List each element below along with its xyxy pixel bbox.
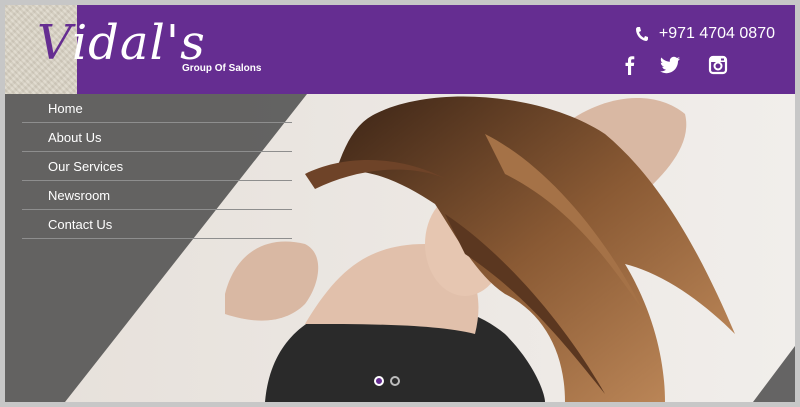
- social-links: [619, 54, 729, 76]
- phone-number[interactable]: +971 4704 0870: [659, 25, 775, 43]
- main-nav: Home About Us Our Services Newsroom Cont…: [22, 94, 292, 239]
- nav-item-newsroom[interactable]: Newsroom: [22, 181, 292, 210]
- nav-item-contact-us[interactable]: Contact Us: [22, 210, 292, 239]
- nav-item-about-us[interactable]: About Us: [22, 123, 292, 152]
- logo[interactable]: Vidal's: [37, 19, 206, 67]
- hero-slider: Home About Us Our Services Newsroom Cont…: [5, 94, 795, 402]
- instagram-icon[interactable]: [707, 54, 729, 76]
- facebook-icon[interactable]: [619, 54, 641, 76]
- page-frame: +971 4704 0870 Vidal's Group Of Salons H…: [5, 5, 795, 402]
- phone-contact[interactable]: +971 4704 0870: [635, 25, 775, 43]
- slider-dot-2[interactable]: [390, 376, 400, 386]
- phone-icon: [635, 27, 648, 41]
- brand-tagline: Group Of Salons: [182, 63, 262, 74]
- slider-pagination: [374, 376, 400, 386]
- logo-initial: V: [37, 15, 72, 71]
- twitter-icon[interactable]: [659, 54, 681, 76]
- slider-dot-1[interactable]: [374, 376, 384, 386]
- nav-item-our-services[interactable]: Our Services: [22, 152, 292, 181]
- nav-item-home[interactable]: Home: [22, 94, 292, 123]
